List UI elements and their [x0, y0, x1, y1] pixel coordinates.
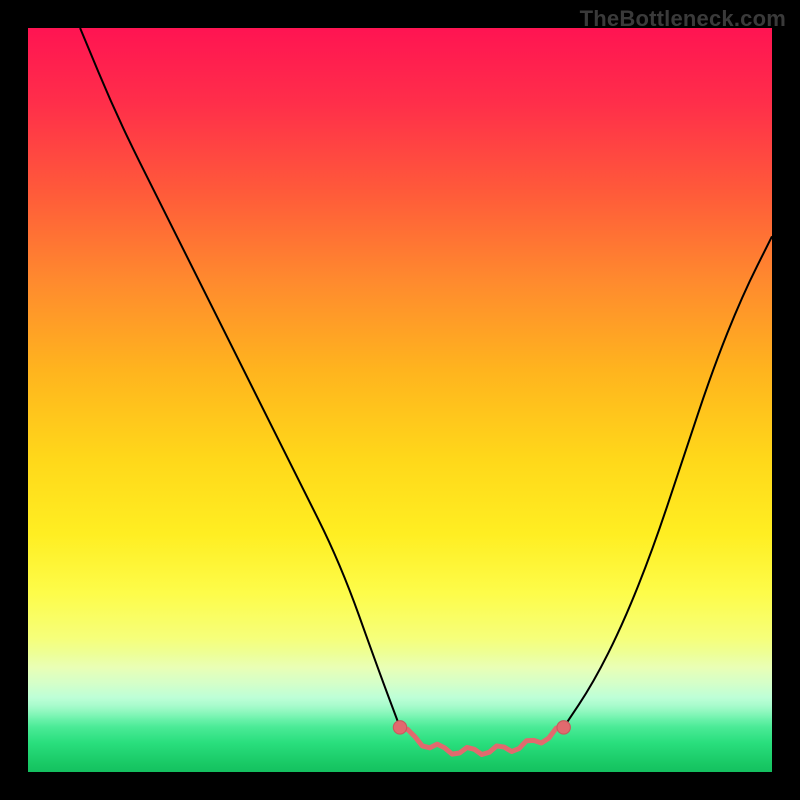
marker-dot [393, 721, 406, 734]
curve-right-arm [564, 236, 772, 727]
marker-dot [557, 721, 570, 734]
chart-svg [28, 28, 772, 772]
plot-area [28, 28, 772, 772]
bottom-marker-dots [393, 721, 570, 734]
curve-left-arm [80, 28, 400, 727]
chart-frame: TheBottleneck.com [0, 0, 800, 800]
bottom-marker-connector [400, 726, 564, 755]
